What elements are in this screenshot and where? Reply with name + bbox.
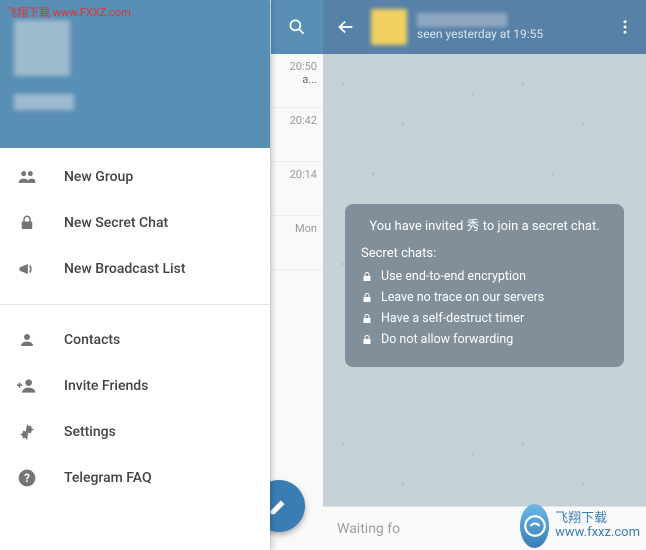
menu-label: New Group xyxy=(64,169,133,185)
chat-time: 20:42 xyxy=(277,114,317,127)
input-placeholder: Waiting fo xyxy=(337,521,400,537)
chat-list-background: 20:50 a... 20:42 20:14 Mon xyxy=(270,0,323,550)
invite-message: You have invited 秀 to join a secret chat… xyxy=(361,218,608,236)
menu-faq[interactable]: ? Telegram FAQ xyxy=(0,455,270,501)
more-icon[interactable] xyxy=(616,18,634,36)
chat-header: seen yesterday at 19:55 xyxy=(323,0,646,54)
bullet-text: Do not allow forwarding xyxy=(381,332,513,347)
contact-name xyxy=(417,13,507,27)
menu-label: New Broadcast List xyxy=(64,261,186,277)
lock-icon xyxy=(361,292,373,304)
help-icon: ? xyxy=(16,467,38,489)
bullet-text: Leave no trace on our servers xyxy=(381,290,544,305)
chat-time: 20:50 xyxy=(277,60,317,73)
search-bar[interactable] xyxy=(271,0,323,54)
chat-row[interactable]: 20:14 xyxy=(271,162,323,216)
pencil-icon xyxy=(268,495,290,517)
menu-label: Telegram FAQ xyxy=(64,470,152,486)
person-icon xyxy=(16,329,38,351)
contact-avatar[interactable] xyxy=(371,9,407,45)
menu-label: Invite Friends xyxy=(64,378,148,394)
chat-time: 20:14 xyxy=(277,168,317,181)
menu-new-secret-chat[interactable]: New Secret Chat xyxy=(0,200,270,246)
lock-icon xyxy=(361,313,373,325)
lock-icon xyxy=(361,271,373,283)
drawer-header xyxy=(0,0,270,148)
person-add-icon xyxy=(16,375,38,397)
header-title-wrap: seen yesterday at 19:55 xyxy=(417,13,616,41)
info-bullet: Do not allow forwarding xyxy=(361,332,608,347)
info-bullet: Use end-to-end encryption xyxy=(361,269,608,284)
chat-time: Mon xyxy=(277,222,317,235)
chat-row[interactable]: 20:42 xyxy=(271,108,323,162)
group-icon xyxy=(16,166,38,188)
info-bullet: Have a self-destruct timer xyxy=(361,311,608,326)
chat-row[interactable]: Mon xyxy=(271,216,323,270)
menu-divider xyxy=(0,304,270,305)
watermark-top-left: 飞翔下载 www.FXXZ.com xyxy=(6,4,131,20)
chat-preview: a... xyxy=(302,73,317,86)
user-avatar[interactable] xyxy=(14,20,70,76)
drawer-menu-secondary: Contacts Invite Friends Settings xyxy=(0,311,270,507)
back-icon[interactable] xyxy=(335,16,357,38)
info-heading: Secret chats: xyxy=(361,246,608,261)
drawer-menu-primary: New Group New Secret Chat New Broadcast … xyxy=(0,148,270,298)
watermark-text: 飞翔下载 www.fxxz.com xyxy=(555,512,640,541)
megaphone-icon xyxy=(16,258,38,280)
menu-label: New Secret Chat xyxy=(64,215,168,231)
watermark-logo-icon xyxy=(520,504,549,548)
bullet-text: Use end-to-end encryption xyxy=(381,269,526,284)
bullet-text: Have a self-destruct timer xyxy=(381,311,524,326)
menu-new-broadcast[interactable]: New Broadcast List xyxy=(0,246,270,292)
lock-icon xyxy=(16,212,38,234)
search-icon xyxy=(287,17,307,37)
menu-label: Settings xyxy=(64,424,116,440)
contact-status: seen yesterday at 19:55 xyxy=(417,27,616,41)
lock-icon xyxy=(361,334,373,346)
user-name xyxy=(14,94,74,110)
menu-label: Contacts xyxy=(64,332,120,348)
chat-body: You have invited 秀 to join a secret chat… xyxy=(323,54,646,506)
secret-chat-screen: seen yesterday at 19:55 You have invited… xyxy=(323,0,646,550)
svg-text:?: ? xyxy=(24,471,30,485)
chat-row[interactable]: 20:50 a... xyxy=(271,54,323,108)
menu-new-group[interactable]: New Group xyxy=(0,154,270,200)
menu-contacts[interactable]: Contacts xyxy=(0,317,270,363)
menu-settings[interactable]: Settings xyxy=(0,409,270,455)
navigation-drawer: New Group New Secret Chat New Broadcast … xyxy=(0,0,270,550)
watermark-bottom-right: 飞翔下载 www.fxxz.com xyxy=(520,506,640,546)
secret-chat-info-card: You have invited 秀 to join a secret chat… xyxy=(345,204,624,367)
menu-invite-friends[interactable]: Invite Friends xyxy=(0,363,270,409)
gear-icon xyxy=(16,421,38,443)
left-panel: 20:50 a... 20:42 20:14 Mon xyxy=(0,0,323,550)
info-bullet: Leave no trace on our servers xyxy=(361,290,608,305)
